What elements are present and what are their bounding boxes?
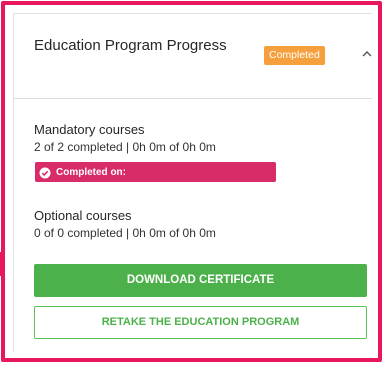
retake-program-button[interactable]: RETAKE THE EDUCATION PROGRAM <box>34 306 367 339</box>
status-badge: Completed <box>264 46 325 65</box>
check-circle-icon <box>39 166 51 179</box>
chevron-up-icon[interactable] <box>359 46 375 62</box>
panel-header[interactable]: Education Program Progress Completed <box>14 14 372 99</box>
mandatory-courses-title: Mandatory courses <box>34 122 145 137</box>
education-progress-panel: Education Program Progress Completed Man… <box>13 13 372 352</box>
download-certificate-button[interactable]: DOWNLOAD CERTIFICATE <box>34 264 367 297</box>
optional-courses-summary: 0 of 0 completed | 0h 0m of 0h 0m <box>34 226 216 240</box>
optional-courses-title: Optional courses <box>34 208 132 223</box>
completed-on-label: Completed on: <box>56 166 126 178</box>
highlight-edge-mark <box>0 252 4 276</box>
panel-title: Education Program Progress <box>34 37 227 54</box>
mandatory-courses-summary: 2 of 2 completed | 0h 0m of 0h 0m <box>34 140 216 154</box>
completed-status-bar: Completed on: <box>35 162 276 182</box>
screenshot-frame: Education Program Progress Completed Man… <box>0 0 385 366</box>
